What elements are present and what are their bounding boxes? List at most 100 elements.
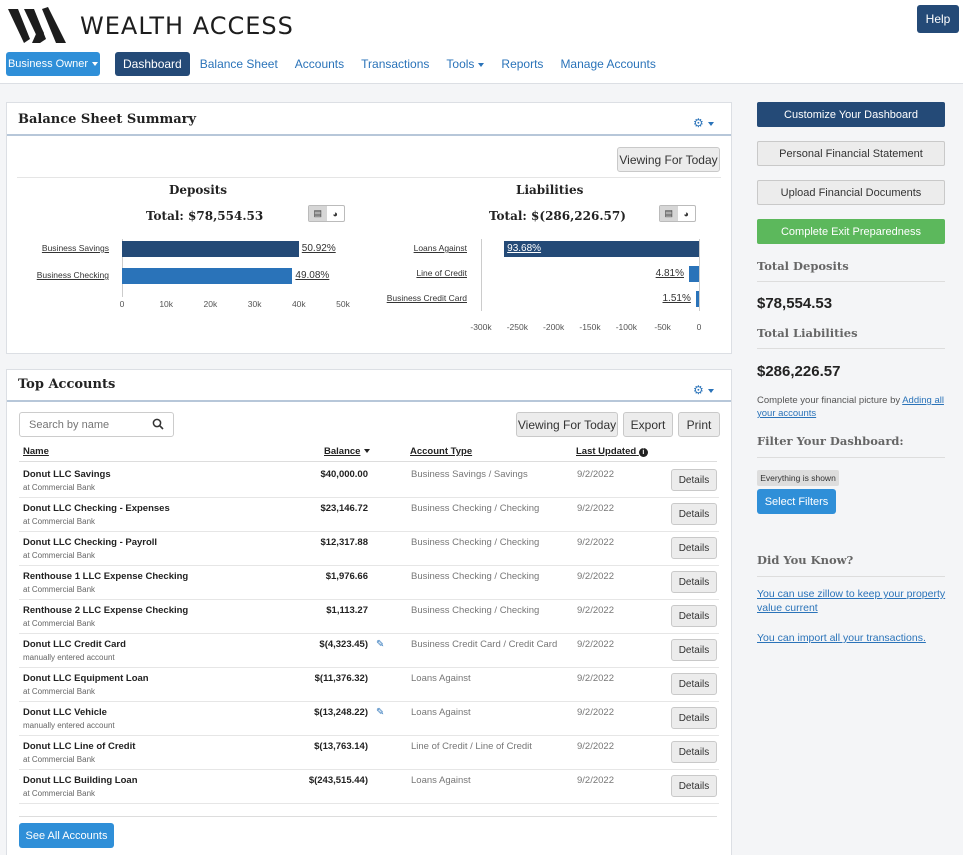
chart-category-label[interactable]: Business Checking <box>37 270 109 280</box>
total-deposits-label: Total Deposits <box>757 259 849 273</box>
account-name[interactable]: Renthouse 1 LLC Expense Checking <box>23 571 188 582</box>
personal-financial-statement-button[interactable]: Personal Financial Statement <box>757 141 945 166</box>
account-type: Loans Against <box>411 673 471 684</box>
table-row: Donut LLC Checking - Expenses at Commerci… <box>19 498 719 532</box>
account-name[interactable]: Donut LLC Vehicle <box>23 707 107 718</box>
nav-accounts[interactable]: Accounts <box>295 52 344 76</box>
account-institution: manually entered account <box>23 721 115 730</box>
column-header-name[interactable]: Name <box>23 446 49 457</box>
details-button[interactable]: Details <box>671 503 717 525</box>
edit-pencil-icon[interactable]: ✎ <box>376 639 384 650</box>
viewing-for-today-button[interactable]: Viewing For Today <box>516 412 618 437</box>
nav-manage-accounts[interactable]: Manage Accounts <box>560 52 655 76</box>
details-button[interactable]: Details <box>671 741 717 763</box>
exit-preparedness-button[interactable]: Complete Exit Preparedness <box>757 219 945 244</box>
account-name[interactable]: Donut LLC Building Loan <box>23 775 138 786</box>
chart-bar[interactable] <box>122 241 299 257</box>
panel-title: Top Accounts <box>18 377 116 392</box>
wealth-access-logo-icon <box>8 7 66 43</box>
select-filters-button[interactable]: Select Filters <box>757 489 836 514</box>
bar-chart-icon[interactable]: ▤ <box>660 206 678 221</box>
account-name[interactable]: Donut LLC Savings <box>23 469 111 480</box>
chart-category-label[interactable]: Business Savings <box>42 243 109 253</box>
account-institution: at Commercial Bank <box>23 517 96 526</box>
account-name[interactable]: Donut LLC Checking - Expenses <box>23 503 170 514</box>
deposits-total: Total: $78,554.53 <box>146 209 264 223</box>
details-button[interactable]: Details <box>671 639 717 661</box>
last-updated: 9/2/2022 <box>577 469 614 480</box>
nav-transactions[interactable]: Transactions <box>361 52 429 76</box>
divider <box>19 816 717 817</box>
account-name[interactable]: Donut LLC Credit Card <box>23 639 126 650</box>
last-updated: 9/2/2022 <box>577 673 614 684</box>
search-input[interactable] <box>20 413 145 436</box>
help-button[interactable]: Help <box>917 5 959 33</box>
account-institution: at Commercial Bank <box>23 619 96 628</box>
last-updated: 9/2/2022 <box>577 537 614 548</box>
last-updated: 9/2/2022 <box>577 639 614 650</box>
see-all-accounts-button[interactable]: See All Accounts <box>19 823 114 848</box>
details-button[interactable]: Details <box>671 605 717 627</box>
filter-status-badge: Everything is shown <box>757 470 839 486</box>
bar-chart-icon[interactable]: ▤ <box>309 206 327 221</box>
import-transactions-link[interactable]: You can import all your transactions. <box>757 631 952 645</box>
account-balance: $1,976.66 <box>325 571 368 582</box>
table-row: Donut LLC Vehicle manually entered accoun… <box>19 702 719 736</box>
table-row: Renthouse 2 LLC Expense Checking at Comme… <box>19 600 719 634</box>
chart-tick-label: -200k <box>543 322 565 332</box>
nav-reports[interactable]: Reports <box>501 52 543 76</box>
pie-chart-icon[interactable]: ◕ <box>678 206 696 221</box>
account-name[interactable]: Renthouse 2 LLC Expense Checking <box>23 605 188 616</box>
account-institution: at Commercial Bank <box>23 585 96 594</box>
chart-category-label[interactable]: Loans Against <box>414 243 467 253</box>
zillow-tip-link[interactable]: You can use zillow to keep your property… <box>757 587 952 615</box>
chart-bar[interactable] <box>695 291 699 307</box>
account-name[interactable]: Donut LLC Line of Credit <box>23 741 135 752</box>
print-button[interactable]: Print <box>678 412 720 437</box>
details-button[interactable]: Details <box>671 469 717 491</box>
nav-dashboard[interactable]: Dashboard <box>115 52 190 76</box>
chart-tick-label: 40k <box>291 299 306 309</box>
viewing-for-today-button[interactable]: Viewing For Today <box>617 147 720 172</box>
gear-icon[interactable]: ⚙ <box>693 383 714 397</box>
edit-pencil-icon[interactable]: ✎ <box>376 707 384 718</box>
chart-bar[interactable] <box>122 268 293 284</box>
details-button[interactable]: Details <box>671 673 717 695</box>
account-name[interactable]: Donut LLC Checking - Payroll <box>23 537 157 548</box>
chart-tick-label: 0 <box>119 299 125 309</box>
balance-header-label: Balance <box>324 446 361 457</box>
account-type: Loans Against <box>411 707 471 718</box>
upload-documents-button[interactable]: Upload Financial Documents <box>757 180 945 205</box>
main-nav: Dashboard Balance Sheet Accounts Transac… <box>115 52 673 76</box>
chart-category-label[interactable]: Business Credit Card <box>387 293 467 303</box>
chart-axis-line <box>699 239 700 311</box>
last-updated: 9/2/2022 <box>577 605 614 616</box>
nav-balance-sheet[interactable]: Balance Sheet <box>200 52 278 76</box>
liabilities-view-toggle[interactable]: ▤ ◕ <box>659 205 696 222</box>
column-header-balance[interactable]: Balance <box>324 446 371 457</box>
customize-dashboard-button[interactable]: Customize Your Dashboard <box>757 102 945 127</box>
info-icon[interactable]: i <box>638 448 648 457</box>
details-button[interactable]: Details <box>671 537 717 559</box>
details-button[interactable]: Details <box>671 571 717 593</box>
account-balance: $1,113.27 <box>326 605 368 616</box>
nav-tools[interactable]: Tools <box>446 52 485 76</box>
logo[interactable]: WEALTH ACCESS <box>8 6 294 46</box>
deposits-view-toggle[interactable]: ▤ ◕ <box>308 205 345 222</box>
chart-data-label: 50.92% <box>301 243 336 254</box>
column-header-type[interactable]: Account Type <box>410 446 472 457</box>
account-name[interactable]: Donut LLC Equipment Loan <box>23 673 149 684</box>
account-institution: at Commercial Bank <box>23 483 96 492</box>
export-button[interactable]: Export <box>623 412 673 437</box>
pie-chart-icon[interactable]: ◕ <box>327 206 345 221</box>
column-header-updated[interactable]: Last Updated i <box>576 446 648 457</box>
chart-bar[interactable] <box>688 266 699 282</box>
details-button[interactable]: Details <box>671 707 717 729</box>
search-icon[interactable] <box>152 418 164 430</box>
gear-icon[interactable]: ⚙ <box>693 116 714 130</box>
details-button[interactable]: Details <box>671 775 717 797</box>
account-balance: $(243,515.44) <box>308 775 368 786</box>
divider <box>757 348 945 349</box>
chart-category-label[interactable]: Line of Credit <box>416 268 467 278</box>
business-owner-dropdown[interactable]: Business Owner <box>6 52 100 76</box>
